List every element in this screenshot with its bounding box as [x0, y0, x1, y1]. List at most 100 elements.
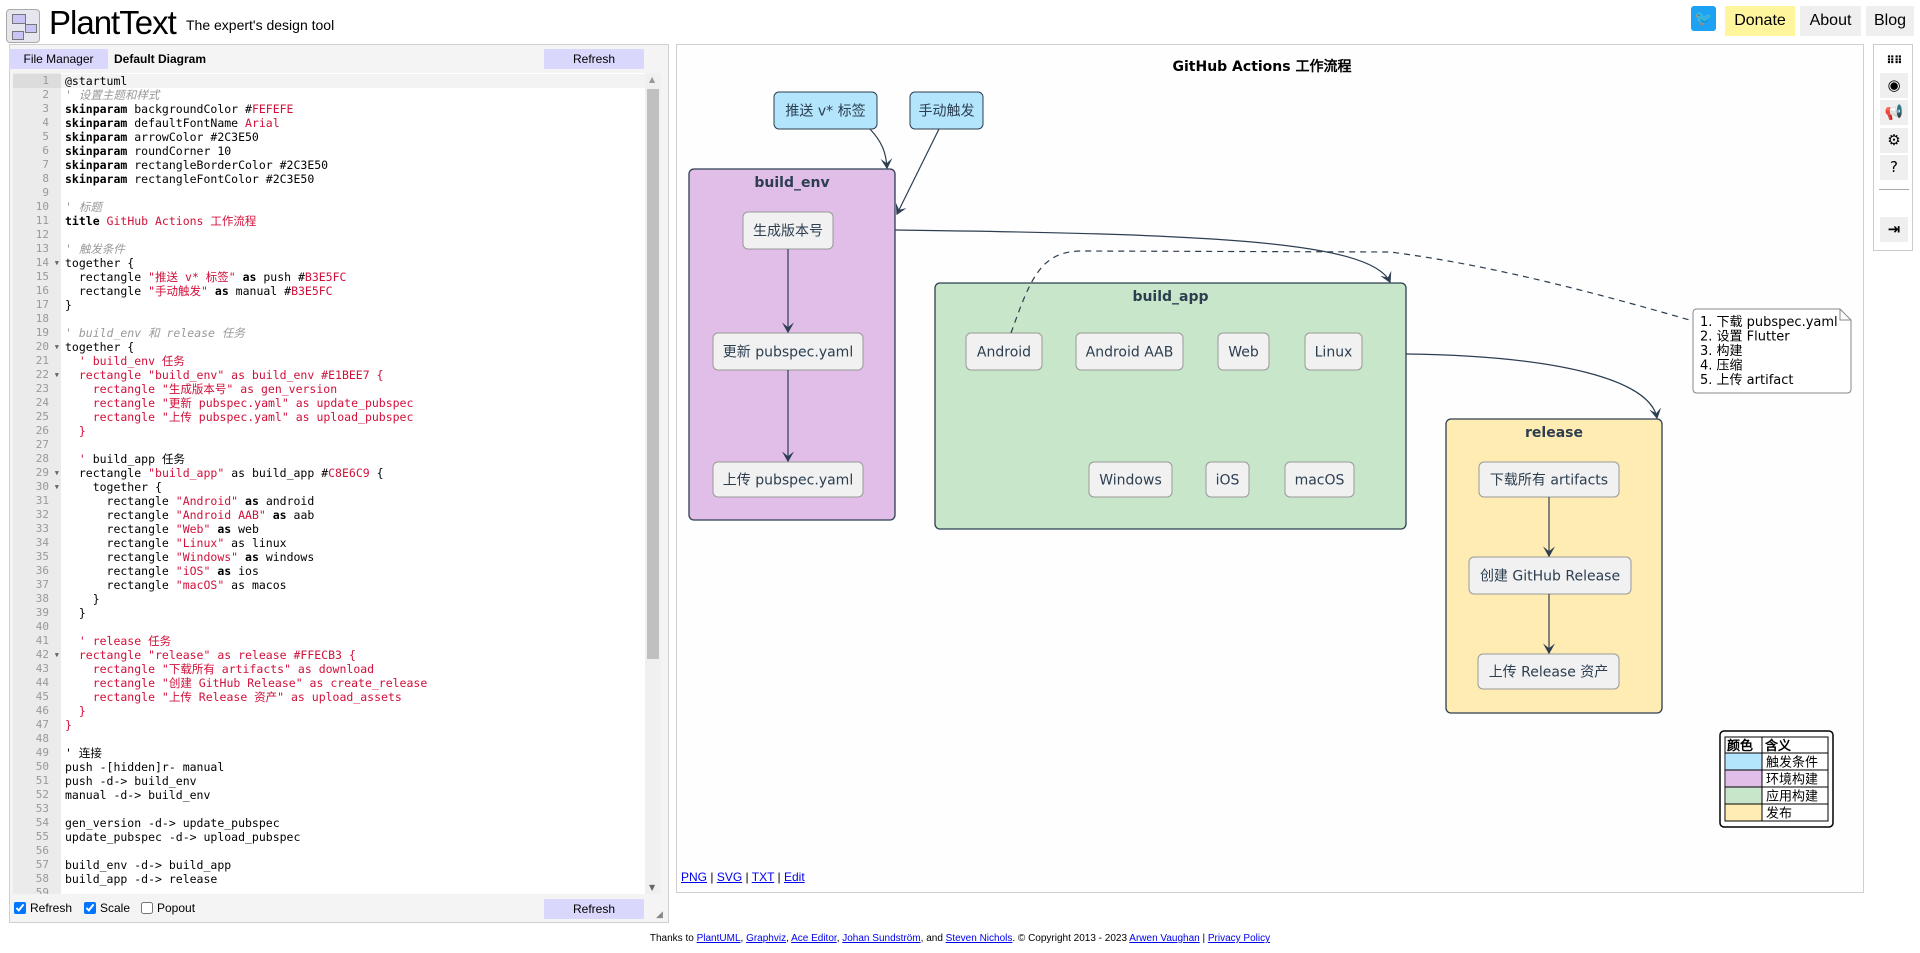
graphviz-link[interactable]: Graphviz [746, 933, 786, 944]
node-android-aab[interactable]: Android AAB [1075, 332, 1184, 371]
code-line[interactable]: skinparam backgroundColor #FEFEFE [65, 102, 293, 116]
code-line[interactable]: ' 触发条件 [65, 242, 125, 256]
svg-link[interactable]: SVG [717, 870, 742, 884]
code-line[interactable]: rectangle "macOS" as macos [65, 578, 287, 592]
about-button[interactable]: About [1800, 6, 1861, 36]
trigger-push[interactable]: 推送 v* 标签 [773, 91, 878, 130]
code-line[interactable]: rectangle "生成版本号" as gen_version [65, 382, 337, 396]
code-line[interactable]: rectangle "Web" as web [65, 522, 259, 536]
node-create-release[interactable]: 创建 GitHub Release [1468, 556, 1632, 595]
code-line[interactable]: @startuml [65, 74, 127, 88]
code-line[interactable]: rectangle "Windows" as windows [65, 550, 315, 564]
donate-button[interactable]: Donate [1725, 6, 1795, 36]
johan-link[interactable]: Johan Sundström [842, 933, 920, 944]
code-line[interactable]: rectangle "更新 pubspec.yaml" as update_pu… [65, 396, 414, 410]
code-line[interactable]: rectangle "build_env" as build_env #E1BE… [65, 368, 384, 382]
note[interactable]: 1. 下载 pubspec.yaml2. 设置 Flutter3. 构建4. 压… [1692, 308, 1852, 394]
node-windows[interactable]: Windows [1088, 461, 1173, 498]
code-line[interactable]: together { [65, 340, 134, 354]
fold-arrow-icon[interactable]: ▼ [55, 368, 59, 382]
node-gen-version[interactable]: 生成版本号 [742, 211, 834, 250]
scale-checkbox-input[interactable] [84, 902, 96, 914]
editor-scrollbar[interactable]: ▲ ▼ [645, 73, 661, 894]
node-macos[interactable]: macOS [1284, 461, 1355, 498]
code-line[interactable]: manual -d-> build_env [65, 788, 210, 802]
fold-arrow-icon[interactable]: ▼ [55, 256, 59, 270]
trigger-manual[interactable]: 手动触发 [909, 91, 984, 130]
png-link[interactable]: PNG [681, 870, 707, 884]
code-line[interactable]: rectangle "推送 v* 标签" as push #B3E5FC [65, 270, 347, 284]
code-line[interactable]: rectangle "上传 Release 资产" as upload_asse… [65, 690, 402, 704]
code-line[interactable]: skinparam roundCorner 10 [65, 144, 231, 158]
code-line[interactable]: ' 标题 [65, 200, 102, 214]
code-line[interactable]: rectangle "创建 GitHub Release" as create_… [65, 676, 428, 690]
login-icon[interactable]: ⇥ [1880, 217, 1908, 242]
code-line[interactable]: skinparam rectangleFontColor #2C3E50 [65, 172, 314, 186]
code-line[interactable]: ' build_env 任务 [65, 354, 185, 368]
code-line[interactable]: title GitHub Actions 工作流程 [65, 214, 256, 228]
popout-checkbox[interactable]: Popout [141, 901, 195, 915]
popout-checkbox-input[interactable] [141, 902, 153, 914]
node-download[interactable]: 下载所有 artifacts [1478, 461, 1620, 498]
code-line[interactable]: rectangle "Linux" as linux [65, 536, 287, 550]
blog-button[interactable]: Blog [1866, 6, 1914, 36]
code-line[interactable]: rectangle "release" as release #FFECB3 { [65, 648, 356, 662]
brand-title[interactable]: PlantText [49, 4, 177, 42]
code-line[interactable]: ' release 任务 [65, 634, 171, 648]
ace-editor-link[interactable]: Ace Editor [791, 933, 837, 944]
node-upload-pubspec[interactable]: 上传 pubspec.yaml [712, 461, 864, 498]
code-line[interactable]: } [65, 424, 86, 438]
author-link[interactable]: Arwen Vaughan [1129, 933, 1199, 944]
code-line[interactable]: } [65, 606, 86, 620]
code-line[interactable]: skinparam rectangleBorderColor #2C3E50 [65, 158, 328, 172]
refresh-button-bottom[interactable]: Refresh [544, 899, 644, 919]
steven-link[interactable]: Steven Nichols [946, 933, 1013, 944]
code-line[interactable]: push -d-> build_env [65, 774, 197, 788]
eye-icon[interactable]: ◉ [1880, 73, 1908, 98]
code-line[interactable]: rectangle "Android" as android [65, 494, 315, 508]
code-line[interactable]: ' 连接 [65, 746, 102, 760]
gear-icon[interactable]: ⚙ [1880, 128, 1908, 153]
code-line[interactable]: build_env -d-> build_app [65, 858, 231, 872]
grid-icon[interactable]: ⠿⠿ [1880, 48, 1908, 73]
help-icon[interactable]: ? [1880, 155, 1908, 180]
txt-link[interactable]: TXT [752, 870, 774, 884]
scale-checkbox[interactable]: Scale [84, 901, 130, 915]
twitter-icon[interactable]: 🐦 [1691, 6, 1716, 31]
code-line[interactable]: rectangle "Android AAB" as aab [65, 508, 315, 522]
code-line[interactable]: rectangle "手动触发" as manual #B3E5FC [65, 284, 333, 298]
code-line[interactable]: rectangle "build_app" as build_app #C8E6… [65, 466, 384, 480]
fold-arrow-icon[interactable]: ▼ [55, 466, 59, 480]
code-line[interactable]: push -[hidden]r- manual [65, 760, 224, 774]
planttext-logo[interactable] [6, 9, 40, 43]
code-line[interactable]: rectangle "下载所有 artifacts" as download [65, 662, 374, 676]
code-line[interactable]: ' build_env 和 release 任务 [65, 326, 245, 340]
node-web[interactable]: Web [1217, 332, 1270, 371]
code-line[interactable]: rectangle "上传 pubspec.yaml" as upload_pu… [65, 410, 414, 424]
file-manager-button[interactable]: File Manager [9, 49, 108, 69]
megaphone-icon[interactable]: 📢 [1880, 100, 1908, 125]
code-line[interactable]: } [65, 592, 100, 606]
edit-link[interactable]: Edit [784, 870, 805, 884]
code-line[interactable]: rectangle "iOS" as ios [65, 564, 259, 578]
code-line[interactable]: ' 设置主题和样式 [65, 88, 159, 102]
plantuml-link[interactable]: PlantUML [697, 933, 741, 944]
code-line[interactable]: gen_version -d-> update_pubspec [65, 816, 280, 830]
node-android[interactable]: Android [965, 332, 1043, 371]
fold-arrow-icon[interactable]: ▼ [55, 340, 59, 354]
resize-handle-icon[interactable]: ◢ [656, 910, 663, 920]
node-update-pubspec[interactable]: 更新 pubspec.yaml [712, 332, 864, 371]
refresh-checkbox-input[interactable] [14, 902, 26, 914]
refresh-checkbox[interactable]: Refresh [14, 901, 72, 915]
code-line[interactable]: } [65, 298, 72, 312]
refresh-button-top[interactable]: Refresh [544, 49, 644, 69]
code-editor[interactable]: 1 2 3 4 5 6 7 8 9 10 11 12 13 14 ▼ 15 16 17 18 19 20 ▼ 21 22 ▼ 23… [13, 73, 661, 894]
code-line[interactable]: skinparam arrowColor #2C3E50 [65, 130, 259, 144]
node-upload-assets[interactable]: 上传 Release 资产 [1477, 653, 1620, 690]
code-line[interactable]: together { [65, 480, 162, 494]
code-line[interactable]: } [65, 704, 86, 718]
node-ios[interactable]: iOS [1205, 461, 1250, 498]
scroll-up-icon[interactable]: ▲ [649, 75, 655, 84]
code-line[interactable]: ' build_app 任务 [65, 452, 185, 466]
code-line[interactable]: together { [65, 256, 134, 270]
